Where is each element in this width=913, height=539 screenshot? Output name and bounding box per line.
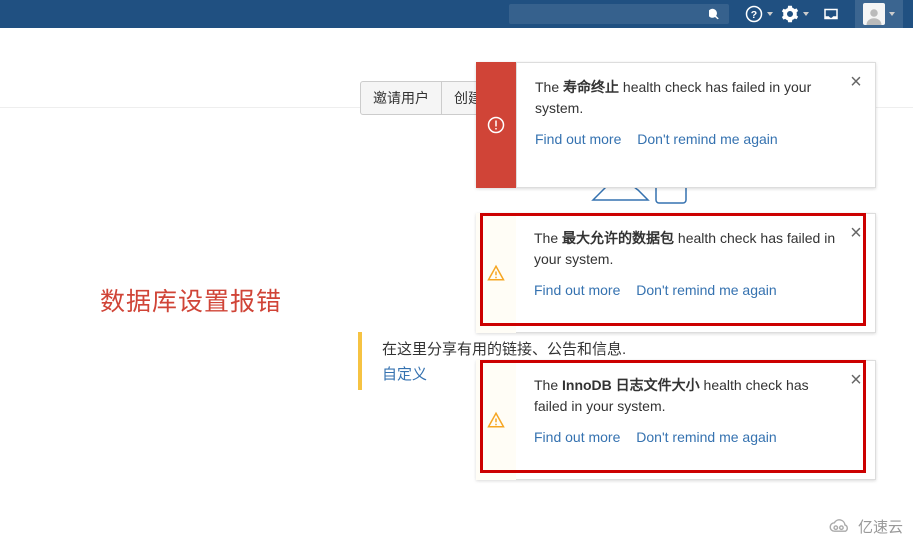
- find-out-more-link[interactable]: Find out more: [534, 429, 620, 445]
- alert-text-prefix: The: [535, 79, 563, 95]
- user-menu[interactable]: [855, 0, 903, 28]
- error-icon: [487, 116, 505, 134]
- alert-text-bold: 最大允许的数据包: [562, 230, 674, 246]
- search-icon: [709, 8, 721, 20]
- close-icon[interactable]: ×: [848, 225, 864, 241]
- warning-icon: [487, 264, 505, 282]
- close-icon[interactable]: ×: [848, 372, 864, 388]
- error-annotation: 数据库设置报错: [100, 282, 282, 318]
- alert-icon-column: [476, 360, 516, 480]
- settings-menu[interactable]: [777, 0, 813, 28]
- gear-icon: [781, 5, 799, 23]
- inbox-icon: [822, 5, 840, 23]
- watermark: 亿速云: [826, 516, 903, 537]
- warning-icon: [487, 411, 505, 429]
- health-alert-max-packet: The 最大允许的数据包 health check has failed in …: [476, 213, 876, 333]
- invite-users-button[interactable]: 邀请用户: [360, 81, 442, 115]
- alert-text-bold: 寿命终止: [563, 79, 619, 95]
- notifications-button[interactable]: [813, 0, 849, 28]
- dont-remind-link[interactable]: Don't remind me again: [636, 429, 776, 445]
- alert-text-prefix: The: [534, 377, 562, 393]
- tip-text: 在这里分享有用的链接、公告和信息.: [382, 338, 626, 359]
- close-icon[interactable]: ×: [848, 74, 864, 90]
- watermark-text: 亿速云: [858, 516, 903, 537]
- alert-body: The InnoDB 日志文件大小 health check has faile…: [516, 360, 876, 480]
- find-out-more-link[interactable]: Find out more: [534, 282, 620, 298]
- search-box[interactable]: [509, 4, 729, 24]
- svg-text:?: ?: [751, 9, 757, 21]
- dont-remind-link[interactable]: Don't remind me again: [637, 131, 777, 147]
- action-button-group: 邀请用户 创建: [360, 81, 495, 115]
- health-alert-innodb: The InnoDB 日志文件大小 health check has faile…: [476, 360, 876, 480]
- avatar: [863, 3, 885, 25]
- alert-body: The 最大允许的数据包 health check has failed in …: [516, 213, 876, 333]
- alert-body: The 寿命终止 health check has failed in your…: [516, 62, 876, 188]
- alert-text-bold: InnoDB 日志文件大小: [562, 377, 700, 393]
- help-menu[interactable]: ?: [741, 0, 777, 28]
- person-icon: [865, 7, 883, 25]
- alert-icon-column: [476, 213, 516, 333]
- find-out-more-link[interactable]: Find out more: [535, 131, 621, 147]
- health-alert-eol: The 寿命终止 health check has failed in your…: [476, 62, 876, 188]
- dont-remind-link[interactable]: Don't remind me again: [636, 282, 776, 298]
- help-icon: ?: [745, 5, 763, 23]
- cloud-icon: [826, 517, 854, 537]
- top-navigation-bar: ?: [0, 0, 913, 28]
- alert-text-prefix: The: [534, 230, 562, 246]
- alert-icon-column: [476, 62, 516, 188]
